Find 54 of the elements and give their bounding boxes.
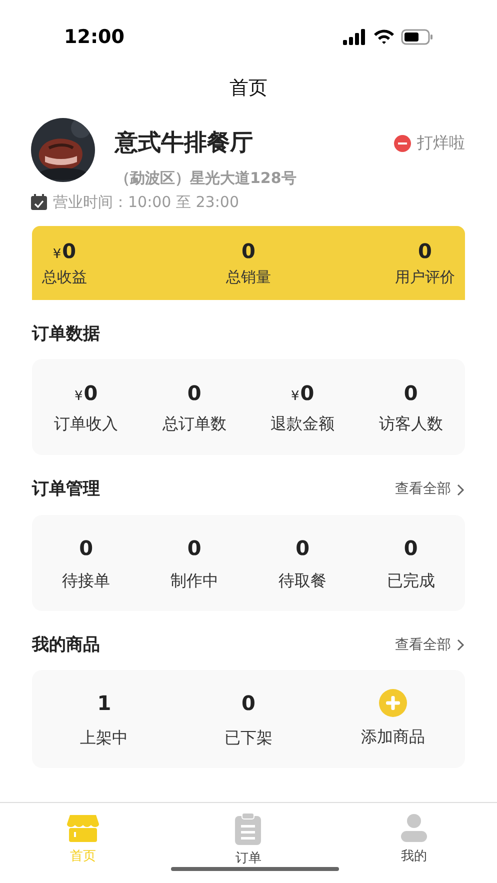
product-label: 添加商品 — [360, 726, 425, 748]
signal-icon — [343, 29, 367, 45]
order-status-label: 待接单 — [62, 570, 110, 592]
page-title: 首页 — [230, 76, 268, 101]
clipboard-icon — [234, 813, 262, 845]
order-status-label: 制作中 — [170, 570, 218, 592]
stat-value: 0 — [404, 534, 418, 562]
summary-label: 用户评价 — [395, 267, 455, 288]
section-title: 我的商品 — [32, 634, 100, 656]
battery-icon — [401, 29, 433, 45]
order-status-label: 待取餐 — [278, 570, 327, 592]
chevron-icon — [455, 638, 465, 652]
product-label: 已下架 — [224, 727, 272, 749]
stat-value: 0 — [300, 380, 314, 407]
store-status: 打烊啦 — [417, 132, 465, 154]
stat-value: 0 — [418, 238, 432, 266]
stat-label: 退款金额 — [270, 413, 335, 435]
wifi-icon — [373, 29, 395, 45]
store-icon — [66, 813, 99, 843]
section-title: 订单管理 — [32, 478, 100, 501]
status-time: 12:00 — [64, 24, 124, 50]
currency-sign: ¥ — [74, 388, 83, 406]
stat-value: 0 — [187, 380, 202, 407]
chevron-icon — [455, 482, 465, 497]
minus-circle-icon — [394, 134, 411, 152]
stat-label: 订单收入 — [54, 413, 118, 435]
view-all-link[interactable]: 查看全部 — [395, 479, 465, 500]
person-icon — [400, 813, 428, 843]
currency-sign: ¥ — [52, 246, 62, 264]
currency-sign: ¥ — [291, 388, 300, 406]
calendar-icon — [31, 194, 47, 210]
store-name: 意式牛排餐厅 — [115, 129, 253, 158]
stat-value: 0 — [84, 380, 98, 407]
stat-value: 0 — [79, 534, 94, 562]
stat-value: 0 — [242, 690, 256, 717]
plus-circle-icon[interactable] — [378, 689, 407, 717]
stat-value: 0 — [404, 380, 418, 407]
product-label: 上架中 — [80, 727, 128, 749]
stat-value: 0 — [62, 238, 76, 266]
order-status-label: 已完成 — [386, 570, 435, 592]
summary-label: 总销量 — [226, 267, 271, 288]
stat-label: 总订单数 — [162, 413, 226, 435]
summary-label: 总收益 — [42, 267, 87, 288]
section-title: 订单数据 — [32, 322, 100, 346]
view-all-link[interactable]: 查看全部 — [395, 634, 465, 656]
stat-value: 0 — [187, 534, 202, 562]
stat-value: 1 — [97, 690, 112, 717]
store-address: （勐波区）星光大道128号 — [115, 168, 298, 188]
stat-label: 访客人数 — [378, 413, 443, 435]
hours-label: 营业时间： — [53, 192, 128, 213]
tab-item[interactable]: 我的 — [331, 813, 497, 869]
business-hours: 10:00 至 23:00 — [128, 192, 239, 213]
stat-value: 0 — [242, 238, 256, 266]
stat-value: 0 — [296, 534, 310, 562]
